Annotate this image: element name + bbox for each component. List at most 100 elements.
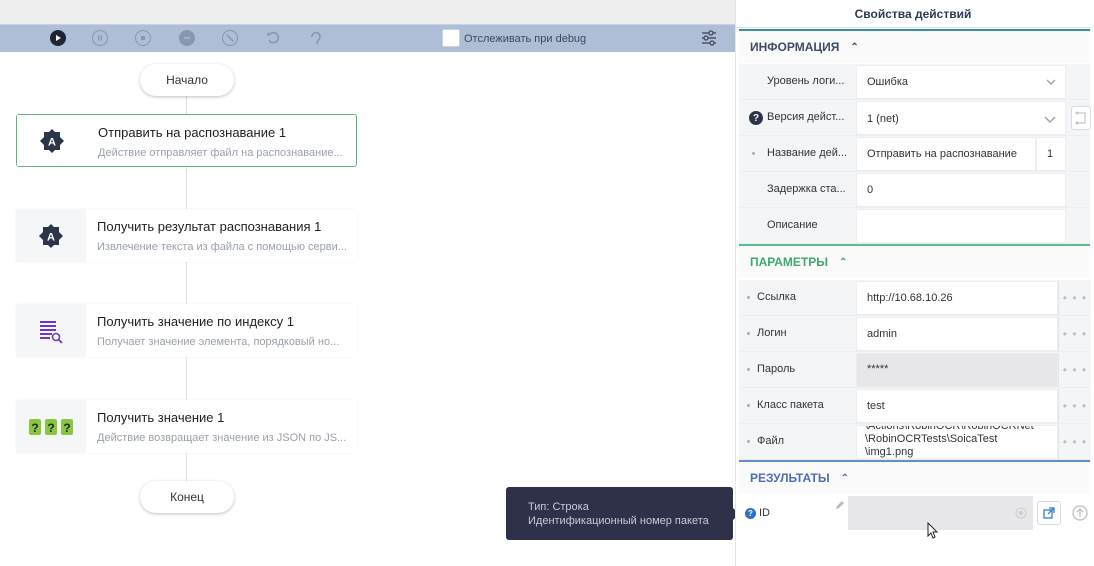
row-action-version: ? Версия дейст... 1 (net) — [739, 100, 1091, 136]
row-label: Версия дейст... — [767, 111, 845, 123]
chevron-up-icon: ⌃ — [850, 41, 859, 53]
required-dot — [747, 440, 750, 443]
start-node[interactable]: Начало — [140, 64, 234, 96]
row-result-id: ? ID — [739, 496, 1090, 532]
help-icon[interactable]: ? — [749, 111, 763, 125]
row-label: Ссылка — [757, 291, 796, 303]
row-action-name: Название дей... Отправить на распознаван… — [739, 136, 1090, 172]
row-label: Логин — [757, 327, 787, 339]
action-name-index-field[interactable]: 1 — [1036, 137, 1066, 171]
section-info-title: ИНФОРМАЦИЯ — [750, 40, 840, 54]
action-node-get-value[interactable]: ? ? ? Получить значение 1 Действие возвр… — [16, 400, 357, 453]
file-path-line: \RobinOCRTests\SoicaTest — [865, 433, 998, 445]
file-path-field[interactable]: \Actions\RobinOCR\RobinOCRNet \RobinOCRT… — [856, 425, 1058, 459]
node-description: Действие отправляет файл на распознавани… — [98, 147, 343, 159]
node-title: Получить результат распознавания 1 — [97, 219, 322, 234]
minus-icon[interactable] — [179, 30, 195, 46]
chevron-down-icon — [1046, 79, 1056, 85]
svg-text:A: A — [48, 136, 56, 148]
required-dot — [747, 368, 750, 371]
more-options-button[interactable]: • • • — [1058, 317, 1091, 351]
log-level-select[interactable]: Ошибка — [856, 65, 1066, 99]
undo-icon[interactable] — [265, 30, 281, 46]
filter-settings-icon[interactable] — [701, 30, 717, 49]
pause-icon[interactable] — [92, 30, 108, 46]
version-refresh-icon[interactable] — [1071, 106, 1091, 130]
more-options-button[interactable]: • • • — [1058, 281, 1091, 315]
required-dot — [747, 404, 750, 407]
tooltip-description: Идентификационный номер пакета — [528, 515, 709, 527]
clear-icon[interactable] — [1015, 507, 1027, 519]
more-options-button[interactable]: • • • — [1058, 389, 1091, 423]
url-field[interactable]: http://10.68.10.26 — [856, 281, 1058, 315]
node-description: Действие возвращает значение из JSON по … — [97, 432, 347, 444]
action-version-select[interactable]: 1 (net) — [856, 101, 1066, 135]
end-node[interactable]: Конец — [140, 481, 234, 513]
ocr-result-icon: A — [16, 209, 86, 262]
row-label: ID — [759, 507, 770, 519]
debug-watch-checkbox[interactable] — [442, 29, 460, 47]
description-field[interactable] — [856, 209, 1066, 243]
disable-icon[interactable] — [222, 30, 238, 46]
row-file: Файл \Actions\RobinOCR\RobinOCRNet \Robi… — [739, 424, 1091, 460]
row-log-level: Уровень логи... Ошибка — [739, 64, 1090, 100]
ocr-send-icon: A — [17, 115, 87, 166]
play-icon[interactable] — [50, 30, 66, 46]
action-name-field[interactable]: Отправить на распознавание — [856, 137, 1036, 171]
node-title: Получить значение по индексу 1 — [97, 314, 294, 329]
file-path-line: \Actions\RobinOCR\RobinOCRNet — [865, 425, 1034, 432]
more-options-button[interactable]: • • • — [1058, 353, 1091, 387]
action-node-get-ocr-result[interactable]: A Получить результат распознавания 1 Изв… — [16, 209, 357, 262]
top-strip — [0, 0, 735, 24]
app-root: Отслеживать при debug Начало A Отправить… — [0, 0, 1094, 566]
section-info-header[interactable]: ИНФОРМАЦИЯ ⌃ — [739, 29, 1090, 63]
action-node-send-ocr[interactable]: A Отправить на распознавание 1 Действие … — [16, 114, 357, 167]
more-options-button[interactable]: • • • — [1058, 425, 1091, 459]
redo-icon[interactable] — [308, 30, 324, 46]
result-id-field[interactable] — [848, 496, 1033, 530]
result-tooltip: Тип: Строка Идентификационный номер паке… — [506, 487, 739, 540]
create-variable-button[interactable] — [1037, 501, 1061, 525]
row-label: Задержка ста... — [767, 183, 846, 195]
section-params-header[interactable]: ПАРАМЕТРЫ ⌃ — [739, 244, 1090, 278]
section-results-header[interactable]: РЕЗУЛЬТАТЫ ⌃ — [739, 460, 1090, 494]
package-class-field[interactable]: test — [856, 389, 1058, 423]
debug-toolbar: Отслеживать при debug — [0, 24, 735, 52]
chevron-up-icon: ⌃ — [839, 256, 848, 268]
svg-text:A: A — [47, 231, 55, 243]
file-path-value: \Actions\RobinOCR\RobinOCRNet \RobinOCRT… — [865, 425, 1034, 458]
start-delay-field[interactable]: 0 — [856, 173, 1066, 207]
chevron-up-icon: ⌃ — [840, 472, 850, 484]
tooltip-type: Тип: Строка — [528, 501, 589, 513]
row-start-delay: Задержка ста... 0 — [739, 172, 1090, 208]
row-label: Описание — [767, 219, 818, 231]
row-label: Класс пакета — [757, 399, 824, 411]
node-description: Извлечение текста из файла с помощью сер… — [97, 241, 347, 253]
field-value: ***** — [867, 363, 889, 375]
row-label: Название дей... — [767, 147, 847, 159]
field-value: Ошибка — [867, 76, 908, 88]
stop-icon[interactable] — [135, 30, 151, 46]
svg-text:?: ? — [63, 421, 70, 435]
node-title: Отправить на распознавание 1 — [98, 125, 287, 140]
field-value: 0 — [867, 184, 874, 196]
node-title: Получить значение 1 — [97, 410, 225, 425]
chevron-down-icon — [1044, 116, 1056, 123]
login-field[interactable]: admin — [856, 317, 1058, 351]
field-value: http://10.68.10.26 — [867, 292, 953, 304]
section-params-title: ПАРАМЕТРЫ — [750, 255, 828, 269]
list-search-icon — [16, 304, 86, 357]
pencil-icon[interactable] — [835, 500, 845, 510]
debug-watch-label: Отслеживать при debug — [464, 33, 587, 45]
mouse-cursor-icon — [927, 522, 939, 539]
action-node-get-value-by-index[interactable]: Получить значение по индексу 1 Получает … — [16, 304, 357, 357]
panel-title: Свойства действий — [736, 0, 1090, 28]
row-description: Описание — [739, 208, 1090, 244]
password-field[interactable]: ***** — [856, 353, 1058, 387]
help-icon[interactable]: ? — [745, 508, 756, 519]
required-dot — [752, 152, 755, 155]
upload-icon[interactable] — [1072, 505, 1088, 521]
row-package-class: Класс пакета test • • • — [739, 388, 1091, 424]
row-url: Ссылка http://10.68.10.26 • • • — [739, 280, 1091, 316]
field-value: admin — [867, 328, 897, 340]
